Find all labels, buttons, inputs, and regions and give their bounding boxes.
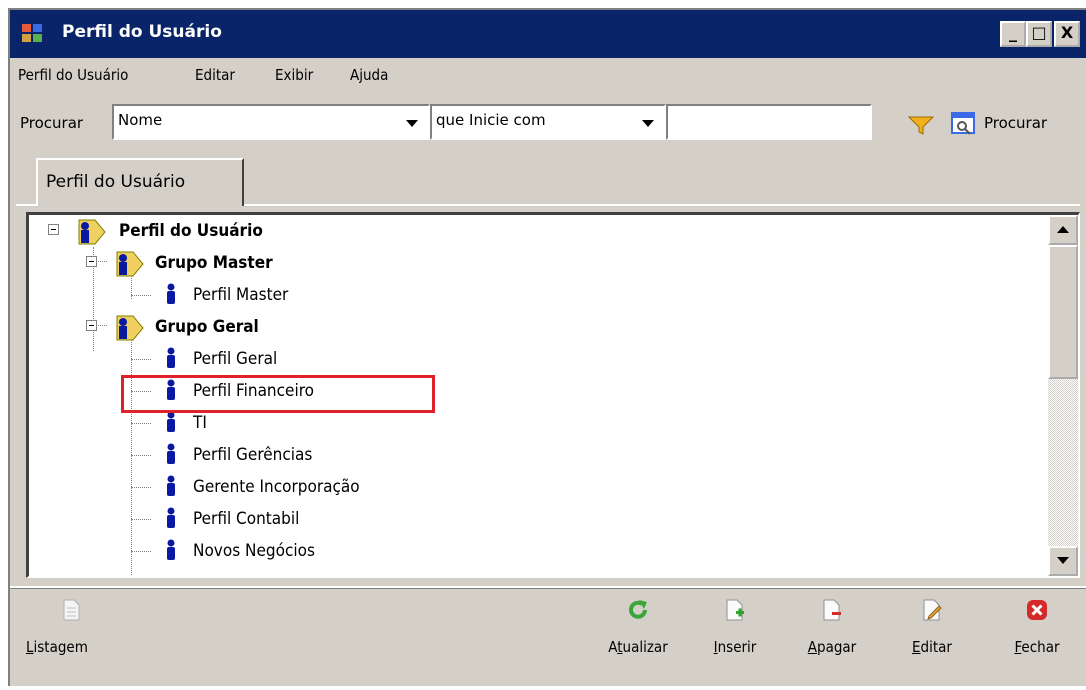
atualizar-label: Atualizar bbox=[608, 638, 668, 656]
minimize-button[interactable]: _ bbox=[1000, 21, 1026, 47]
close-icon: X bbox=[1060, 23, 1074, 42]
filter-icon[interactable] bbox=[908, 116, 934, 136]
tree-line bbox=[131, 455, 151, 456]
scroll-thumb[interactable] bbox=[1048, 245, 1078, 379]
apagar-label: Apagar bbox=[807, 638, 857, 656]
tree-root-label: Perfil do Usuário bbox=[119, 221, 263, 241]
menu-editar[interactable]: Editar bbox=[195, 66, 235, 84]
tree-line bbox=[131, 295, 151, 296]
search-field-select[interactable]: Nome bbox=[112, 104, 430, 140]
add-document-icon bbox=[726, 599, 744, 621]
tree-item-label: Novos Negócios bbox=[193, 541, 315, 561]
tree-group-label: Grupo Master bbox=[155, 253, 273, 273]
tree-item-label: Perfil Master bbox=[193, 285, 289, 305]
search-condition-select[interactable]: que Inicie com bbox=[430, 104, 666, 140]
refresh-icon bbox=[629, 600, 647, 619]
collapse-toggle[interactable] bbox=[86, 256, 97, 267]
tree-line bbox=[131, 337, 132, 576]
inserir-label: Inserir bbox=[713, 638, 757, 656]
maximize-button[interactable]: □ bbox=[1026, 21, 1052, 47]
document-icon bbox=[63, 599, 80, 621]
tree-view[interactable]: Perfil do Usuário Grupo Master Perfil Ma… bbox=[26, 212, 1080, 578]
tree-line bbox=[131, 487, 151, 488]
maximize-icon: □ bbox=[1031, 23, 1047, 42]
search-field-value: Nome bbox=[118, 111, 163, 129]
tab-label: Perfil do Usuário bbox=[46, 172, 186, 192]
search-condition-value: que Inicie com bbox=[436, 111, 546, 129]
tree-item-label: Perfil Geral bbox=[193, 349, 278, 369]
scroll-up-button[interactable] bbox=[1048, 215, 1078, 245]
person-icon bbox=[167, 475, 175, 496]
app-window: Perfil do Usuário _ □ X Perfil do Usuári… bbox=[8, 8, 1086, 686]
toolbar-separator bbox=[10, 588, 1086, 589]
search-bar: Procurar Nome que Inicie com Procurar bbox=[10, 94, 1086, 146]
arrow-up-icon bbox=[1057, 226, 1069, 233]
close-icon bbox=[1027, 600, 1047, 620]
listagem-label: Listagem bbox=[26, 638, 88, 656]
tree-group-label: Grupo Geral bbox=[155, 317, 259, 337]
person-icon bbox=[167, 347, 175, 368]
minimize-icon: _ bbox=[1009, 23, 1017, 42]
search-label: Procurar bbox=[20, 114, 84, 132]
bottom-toolbar: Listagem Atualizar Inserir Apagar Editar… bbox=[10, 586, 1086, 690]
collapse-toggle[interactable] bbox=[48, 224, 59, 235]
tree-line bbox=[131, 551, 151, 552]
person-icon bbox=[167, 539, 175, 560]
menu-bar: Perfil do Usuário Editar Exibir Ajuda bbox=[10, 58, 1086, 94]
person-icon bbox=[167, 411, 175, 432]
group-icon bbox=[116, 251, 144, 277]
vertical-scrollbar[interactable] bbox=[1048, 215, 1078, 576]
remove-document-icon bbox=[823, 599, 841, 621]
tree-line bbox=[131, 359, 151, 360]
apagar-button[interactable]: Apagar bbox=[796, 598, 868, 656]
group-icon bbox=[116, 315, 144, 341]
person-icon bbox=[167, 443, 175, 464]
tab-perfil-do-usuario[interactable]: Perfil do Usuário bbox=[36, 158, 244, 206]
menu-perfil-do-usuario[interactable]: Perfil do Usuário bbox=[18, 66, 128, 84]
tree-item-label: Perfil Gerências bbox=[193, 445, 313, 465]
group-icon bbox=[78, 219, 106, 245]
editar-label: Editar bbox=[912, 638, 952, 656]
menu-ajuda[interactable]: Ajuda bbox=[350, 66, 388, 84]
tree-item-label: Perfil Contabil bbox=[193, 509, 300, 529]
fechar-label: Fechar bbox=[1014, 638, 1060, 656]
search-input[interactable] bbox=[666, 104, 872, 140]
inserir-button[interactable]: Inserir bbox=[700, 598, 770, 656]
fechar-button[interactable]: Fechar bbox=[1002, 598, 1072, 656]
menu-exibir[interactable]: Exibir bbox=[275, 66, 313, 84]
scroll-down-button[interactable] bbox=[1048, 546, 1078, 576]
atualizar-button[interactable]: Atualizar bbox=[590, 598, 686, 656]
highlight-box bbox=[121, 375, 435, 413]
app-icon bbox=[22, 24, 42, 42]
person-icon bbox=[167, 283, 175, 304]
window-title: Perfil do Usuário bbox=[62, 22, 222, 42]
chevron-down-icon bbox=[642, 120, 654, 127]
editar-button[interactable]: Editar bbox=[900, 598, 964, 656]
arrow-down-icon bbox=[1057, 557, 1069, 564]
close-window-button[interactable]: X bbox=[1054, 21, 1080, 47]
chevron-down-icon bbox=[406, 120, 418, 127]
collapse-toggle[interactable] bbox=[86, 320, 97, 331]
tree-item-label: TI bbox=[193, 413, 207, 433]
search-window-icon bbox=[951, 112, 975, 135]
edit-icon bbox=[923, 599, 942, 621]
listagem-button[interactable]: Listagem bbox=[26, 598, 116, 656]
tree-line bbox=[131, 519, 151, 520]
procurar-button-label: Procurar bbox=[984, 114, 1048, 132]
person-icon bbox=[167, 507, 175, 528]
title-bar: Perfil do Usuário _ □ X bbox=[10, 10, 1086, 58]
tab-area: Perfil do Usuário Perfil do Usuário Grup… bbox=[10, 146, 1086, 586]
tree-line bbox=[131, 423, 151, 424]
tree-item-label: Gerente Incorporação bbox=[193, 477, 360, 497]
